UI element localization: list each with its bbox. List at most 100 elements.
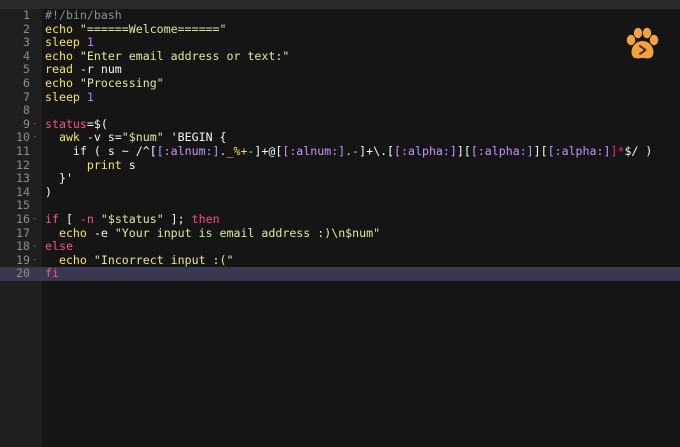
code-token: ][ xyxy=(456,143,471,158)
code-token: s xyxy=(128,157,136,172)
code-token: "$num" xyxy=(121,130,164,145)
line-number: 5 xyxy=(23,62,30,77)
line-number: 12 xyxy=(16,157,30,172)
code-token: "Enter email address or text:" xyxy=(79,48,290,63)
code-text: fi xyxy=(45,266,59,281)
code-line[interactable]: 20 fi xyxy=(0,266,680,281)
code-line[interactable]: 12 print s xyxy=(0,157,680,173)
line-number: 20 xyxy=(16,266,30,281)
code-token: -r num xyxy=(79,62,122,77)
code-line[interactable]: 1 #!/bin/bash xyxy=(0,8,680,23)
code-text: ) xyxy=(45,185,52,200)
code-line[interactable]: 2 echo "======Welcome======" xyxy=(0,21,680,37)
code-token: 1 xyxy=(86,35,94,50)
line-number: 8 xyxy=(23,103,30,118)
code-token: ]; xyxy=(163,211,192,226)
code-line[interactable]: 4 echo "Enter email address or text:" xyxy=(0,48,680,64)
code-token: -v s= xyxy=(86,130,122,145)
code-text: }' xyxy=(45,171,73,186)
line-number: 2 xyxy=(23,21,30,36)
line-number: 14 xyxy=(16,184,30,199)
code-text: echo "Processing" xyxy=(45,75,164,91)
code-line[interactable]: 13 }' xyxy=(0,171,680,186)
code-text: status=$( xyxy=(45,116,108,132)
code-editor[interactable]: 1 #!/bin/bash 2 echo "======Welcome======" 3… xyxy=(0,8,680,281)
code-token: .- xyxy=(345,143,360,158)
code-token: else xyxy=(45,239,73,254)
code-token: ][ xyxy=(533,143,548,158)
fold-toggle-icon[interactable]: - xyxy=(32,131,40,145)
code-token: if xyxy=(45,211,66,226)
code-token: [:alpha:] xyxy=(394,143,457,158)
code-line[interactable]: 10- awk -v s="$num" 'BEGIN { xyxy=(0,131,680,145)
line-number: 16 xyxy=(16,211,30,226)
fold-toggle-icon[interactable]: - xyxy=(32,254,40,268)
code-line[interactable]: 18- else xyxy=(0,239,680,254)
code-line[interactable]: 15 xyxy=(0,199,680,213)
code-text: echo "======Welcome======" xyxy=(45,21,227,37)
code-token: awk xyxy=(45,130,87,145)
code-token: ]+@[ xyxy=(254,143,283,158)
code-token: =$( xyxy=(86,116,108,131)
code-token: "$status" xyxy=(100,211,164,226)
code-token: #!/bin/bash xyxy=(45,8,122,22)
code-token: [:alpha:] xyxy=(547,143,611,158)
code-text: else xyxy=(45,239,73,254)
code-line[interactable]: 19- echo "Incorrect input :(" xyxy=(0,252,680,268)
code-line[interactable]: 16- if [ -n "$status" ]; then xyxy=(0,211,680,227)
code-token: }' xyxy=(45,171,73,186)
fold-toggle-icon[interactable]: - xyxy=(32,118,40,132)
code-token: "Incorrect input :(" xyxy=(93,252,234,267)
code-token: [:alnum:] xyxy=(156,143,220,158)
code-token: ]+\.[ xyxy=(359,143,395,158)
code-token: sleep xyxy=(45,35,87,50)
code-token: $/ ) xyxy=(624,143,653,158)
code-token: -e xyxy=(93,225,115,240)
line-number: 10 xyxy=(16,130,30,145)
line-number: 11 xyxy=(16,143,30,158)
code-text: #!/bin/bash xyxy=(45,8,122,23)
code-token: [:alnum:] xyxy=(282,143,346,158)
code-text: read -r num xyxy=(45,63,122,77)
code-line[interactable]: 3 sleep 1 xyxy=(0,35,680,50)
code-line[interactable]: 9- status=$( xyxy=(0,116,680,132)
code-line[interactable]: 5 read -r num xyxy=(0,63,680,77)
code-token: read xyxy=(45,62,80,77)
code-token: sleep xyxy=(45,89,87,104)
code-line[interactable]: 6 echo "Processing" xyxy=(0,75,680,91)
code-token: -n xyxy=(79,211,101,226)
code-token: echo xyxy=(45,75,80,90)
code-text: if ( s ~ /^[[:alnum:]._%+-]+@[[:alnum:].… xyxy=(45,143,653,159)
code-token: print xyxy=(45,157,129,172)
line-number: 13 xyxy=(16,171,30,186)
line-number: 18 xyxy=(16,239,30,254)
code-token: status xyxy=(45,116,87,131)
code-token: ._%+- xyxy=(219,143,255,158)
code-token: [:alpha:] xyxy=(470,143,534,158)
code-line[interactable]: 14) xyxy=(0,184,680,200)
code-token: ]* xyxy=(610,143,625,158)
code-token: "======Welcome======" xyxy=(79,21,227,36)
code-line[interactable]: 17 echo -e "Your input is email address … xyxy=(0,225,680,241)
code-token: [ xyxy=(65,211,80,226)
line-number: 9 xyxy=(23,116,30,131)
line-number: 4 xyxy=(23,48,30,63)
line-number: 19 xyxy=(16,252,30,267)
code-token: echo xyxy=(45,48,80,63)
paw-play-logo-icon xyxy=(622,25,662,65)
fold-toggle-icon[interactable]: - xyxy=(32,213,40,227)
code-line[interactable]: 7 sleep 1 xyxy=(0,89,680,105)
code-text: echo "Enter email address or text:" xyxy=(45,48,290,64)
fold-toggle-icon[interactable]: - xyxy=(32,240,40,254)
line-number: 7 xyxy=(23,89,30,104)
code-text: echo -e "Your input is email address :)\… xyxy=(45,225,380,241)
code-text: if [ -n "$status" ]; then xyxy=(45,211,220,227)
code-token: fi xyxy=(45,266,59,281)
code-line[interactable]: 11 if ( s ~ /^[[:alnum:]._%+-]+@[[:alnum… xyxy=(0,143,680,159)
code-token: echo xyxy=(45,21,80,36)
line-number: 17 xyxy=(16,225,30,240)
code-line[interactable]: 8 xyxy=(0,104,680,118)
code-text: sleep 1 xyxy=(45,35,94,50)
code-text: awk -v s="$num" 'BEGIN { xyxy=(45,131,227,145)
code-text: print s xyxy=(45,157,136,173)
